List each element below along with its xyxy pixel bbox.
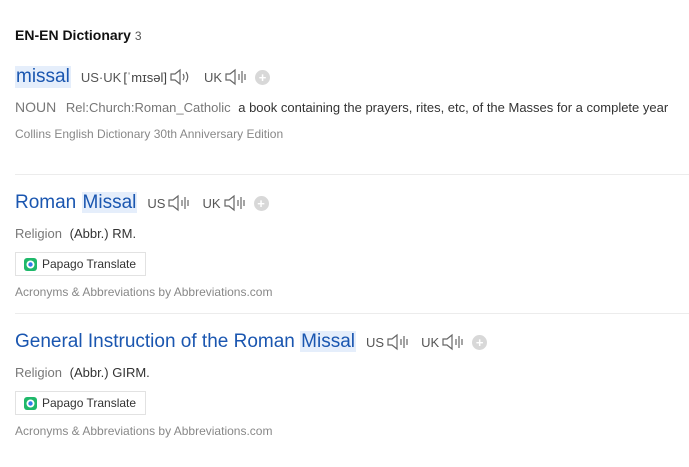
add-icon[interactable]: + — [253, 195, 269, 211]
headword-text: Roman — [15, 192, 82, 213]
divider — [15, 174, 689, 175]
abbreviation-text: (Abbr.) RM. — [69, 226, 137, 241]
speaker-icon[interactable] — [168, 194, 192, 212]
headword-highlight: Missal — [300, 331, 356, 352]
pron-label-us: US — [366, 334, 385, 350]
definition-text: a book containing the prayers, rites, et… — [238, 100, 669, 115]
pron-label-uk: UK — [421, 334, 440, 350]
headword-link[interactable]: missal — [15, 66, 71, 88]
headword-text: General Instruction of the Roman — [15, 331, 301, 352]
definition-line: Religion (Abbr.) RM. — [15, 223, 689, 244]
dictionary-source: Collins English Dictionary 30th Annivers… — [15, 127, 284, 141]
pronunciation: US UK — [356, 333, 466, 351]
dictionary-source: Acronyms & Abbreviations by Abbreviation… — [15, 285, 273, 299]
pron-label-us: US — [147, 195, 166, 211]
speaker-icon[interactable] — [442, 333, 466, 351]
abbreviation-text: (Abbr.) GIRM. — [69, 365, 150, 380]
dictionary-source: Acronyms & Abbreviations by Abbreviation… — [15, 424, 273, 438]
entry-headline: Roman Missal US UK + — [15, 190, 689, 216]
dictionary-section-title: EN-EN Dictionary 3 — [15, 27, 142, 43]
domain-label: Religion — [15, 226, 62, 241]
definition-line: Religion (Abbr.) GIRM. — [15, 362, 689, 383]
result-count: 3 — [134, 29, 142, 43]
entry-headline: General Instruction of the Roman Missal … — [15, 329, 689, 355]
pronunciation: US UK — [137, 194, 247, 212]
pron-label-uk: UK — [202, 195, 221, 211]
section-title-text: EN-EN Dictionary — [15, 27, 131, 43]
papago-icon — [24, 396, 37, 410]
entry-missal: missal US · UK [ˈmɪsəl] UK + NOUN Rel:Chur… — [15, 64, 689, 141]
pron-label-us: US — [80, 69, 99, 85]
headword-link[interactable]: General Instruction of the Roman Missal — [15, 331, 356, 353]
papago-translate-label: Papago Translate — [42, 396, 137, 410]
phonetic-transcription: [ˈmɪsəl] — [123, 69, 167, 85]
speaker-icon[interactable] — [170, 68, 194, 86]
usage-label: Rel:Church:Roman_Catholic — [65, 100, 231, 115]
entry-roman-missal: Roman Missal US UK + Religion (Abbr.) RM… — [15, 190, 689, 299]
headword-highlight: Missal — [81, 192, 138, 213]
entry-general-instruction: General Instruction of the Roman Missal … — [15, 329, 689, 438]
domain-label: Religion — [15, 365, 62, 380]
entry-headline: missal US · UK [ˈmɪsəl] UK + — [15, 64, 689, 90]
part-of-speech: NOUN — [15, 99, 57, 115]
pronunciation: US · UK [ˈmɪsəl] UK — [71, 68, 249, 86]
pron-label-uk: UK — [103, 69, 122, 85]
add-icon[interactable]: + — [255, 69, 271, 85]
speaker-icon[interactable] — [223, 194, 248, 212]
papago-translate-label: Papago Translate — [42, 257, 137, 271]
add-icon[interactable]: + — [472, 334, 488, 350]
divider — [15, 313, 689, 314]
speaker-icon[interactable] — [225, 68, 249, 86]
headword-link[interactable]: Roman Missal — [15, 192, 138, 214]
papago-translate-button[interactable]: Papago Translate — [15, 252, 147, 276]
speaker-icon[interactable] — [387, 333, 411, 351]
definition-line: NOUN Rel:Church:Roman_Catholic a book co… — [15, 97, 689, 118]
papago-icon — [24, 257, 37, 271]
pron-label-uk-2: UK — [203, 69, 223, 85]
papago-translate-button[interactable]: Papago Translate — [15, 391, 147, 415]
